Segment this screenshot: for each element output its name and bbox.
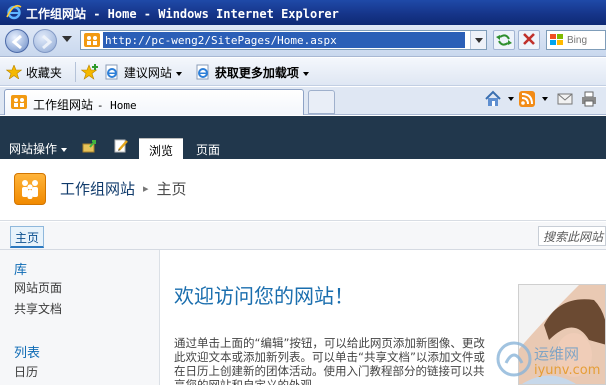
quicklaunch-item-shared-docs[interactable]: 共享文档 <box>14 300 62 317</box>
top-nav: 主页 搜索此网站 <box>0 222 606 250</box>
chevron-down-icon <box>302 71 309 76</box>
get-more-addons-label: 获取更多加载项 <box>214 66 299 80</box>
back-button[interactable] <box>5 29 29 53</box>
add-to-favorites-bar-button[interactable] <box>80 64 99 80</box>
quicklaunch-heading-lists[interactable]: 列表 <box>14 342 40 361</box>
sharepoint-ribbon: 网站操作 浏览 页面 <box>0 116 606 159</box>
tab-page[interactable]: 页面 <box>186 138 230 159</box>
tab-browse[interactable]: 浏览 <box>139 138 184 159</box>
home-icon[interactable] <box>484 90 502 108</box>
star-icon <box>5 64 23 80</box>
site-actions-label: 网站操作 <box>9 142 58 156</box>
refresh-icon <box>496 34 512 46</box>
title-bar: 工作组网站 - Home - Windows Internet Explorer <box>0 0 606 25</box>
mail-icon[interactable] <box>556 90 574 108</box>
command-bar <box>480 90 604 112</box>
sharepoint-favicon-icon <box>84 33 100 47</box>
tab-title-text: 工作组网站 <box>33 98 94 112</box>
windows-flag-icon <box>550 34 563 45</box>
watermark-line1: 运维网 <box>534 345 580 363</box>
feeds-dropdown-icon[interactable] <box>542 97 548 101</box>
forward-arrow-icon <box>42 34 53 50</box>
address-dropdown-button[interactable] <box>470 31 486 49</box>
quicklaunch-item-calendar[interactable]: 日历 <box>14 363 38 380</box>
home-dropdown-icon[interactable] <box>508 97 514 101</box>
stop-icon <box>523 33 535 45</box>
site-header: 工作组网站 ▸ 主页 <box>0 159 606 221</box>
ie-page-icon <box>105 64 118 80</box>
site-logo[interactable] <box>14 173 46 205</box>
site-search-input[interactable]: 搜索此网站 <box>538 226 606 246</box>
get-more-addons-button[interactable]: 获取更多加载项 <box>195 64 309 80</box>
favorites-bar: 收藏夹 建议网站 获取更多加载项 <box>0 58 606 86</box>
welcome-heading: 欢迎访问您的网站！ <box>174 284 354 308</box>
breadcrumb-site-link[interactable]: 工作组网站 <box>60 180 135 198</box>
address-bar <box>80 30 487 50</box>
favbar-divider <box>75 62 76 82</box>
refresh-button[interactable] <box>493 30 515 50</box>
add-favorite-icon <box>80 64 98 80</box>
chevron-down-icon <box>175 71 182 76</box>
quick-launch: 库 网站页面 共享文档 列表 日历 <box>0 250 160 385</box>
favorites-label: 收藏夹 <box>25 66 62 80</box>
back-arrow-icon <box>11 34 22 50</box>
stop-button[interactable] <box>518 30 540 50</box>
forward-button[interactable] <box>33 29 57 53</box>
window-title: 工作组网站 - Home - Windows Internet Explorer <box>26 7 339 21</box>
navigate-up-icon[interactable] <box>82 138 98 154</box>
ie-page-icon <box>196 64 209 80</box>
watermark: 运维网 iyunv.com <box>494 333 606 385</box>
suggested-sites-label: 建议网站 <box>123 66 172 80</box>
welcome-body-text: 通过单击上面的“编辑”按钮，可以给此网页添加新图像、更改此欢迎文本或添加新列表。… <box>174 336 485 385</box>
site-actions-menu[interactable]: 网站操作 <box>9 140 68 157</box>
breadcrumb-current: 主页 <box>156 180 187 198</box>
tab-strip: 工作组网站 - Home <box>0 87 606 115</box>
tab-title: 工作组网站 - Home <box>33 96 137 113</box>
quicklaunch-heading-libraries[interactable]: 库 <box>14 259 27 278</box>
address-input[interactable] <box>103 32 465 48</box>
quicklaunch-item-site-pages[interactable]: 网站页面 <box>14 279 62 296</box>
print-icon[interactable] <box>580 90 598 108</box>
rss-feed-icon[interactable] <box>518 90 536 108</box>
breadcrumb-separator-icon: ▸ <box>143 182 149 195</box>
favorites-button[interactable]: 收藏夹 <box>5 64 62 80</box>
tab-title-suffix: - Home <box>96 99 137 112</box>
team-site-icon <box>22 180 38 199</box>
topnav-item-home[interactable]: 主页 <box>10 226 45 248</box>
recent-pages-dropdown[interactable] <box>62 36 72 42</box>
search-input[interactable] <box>567 33 605 47</box>
chevron-down-icon <box>61 147 68 152</box>
sharepoint-favicon-icon <box>11 95 27 109</box>
ie-logo-icon <box>6 4 22 20</box>
new-tab-button[interactable] <box>308 90 335 114</box>
edit-page-icon[interactable] <box>113 138 129 154</box>
watermark-line2: iyunv.com <box>534 363 601 378</box>
suggested-sites-button[interactable]: 建议网站 <box>104 64 182 80</box>
address-toolbar <box>0 25 606 57</box>
search-box <box>546 30 606 50</box>
breadcrumb: 工作组网站 ▸ 主页 <box>60 178 187 199</box>
browser-tab-active[interactable]: 工作组网站 - Home <box>4 89 304 115</box>
